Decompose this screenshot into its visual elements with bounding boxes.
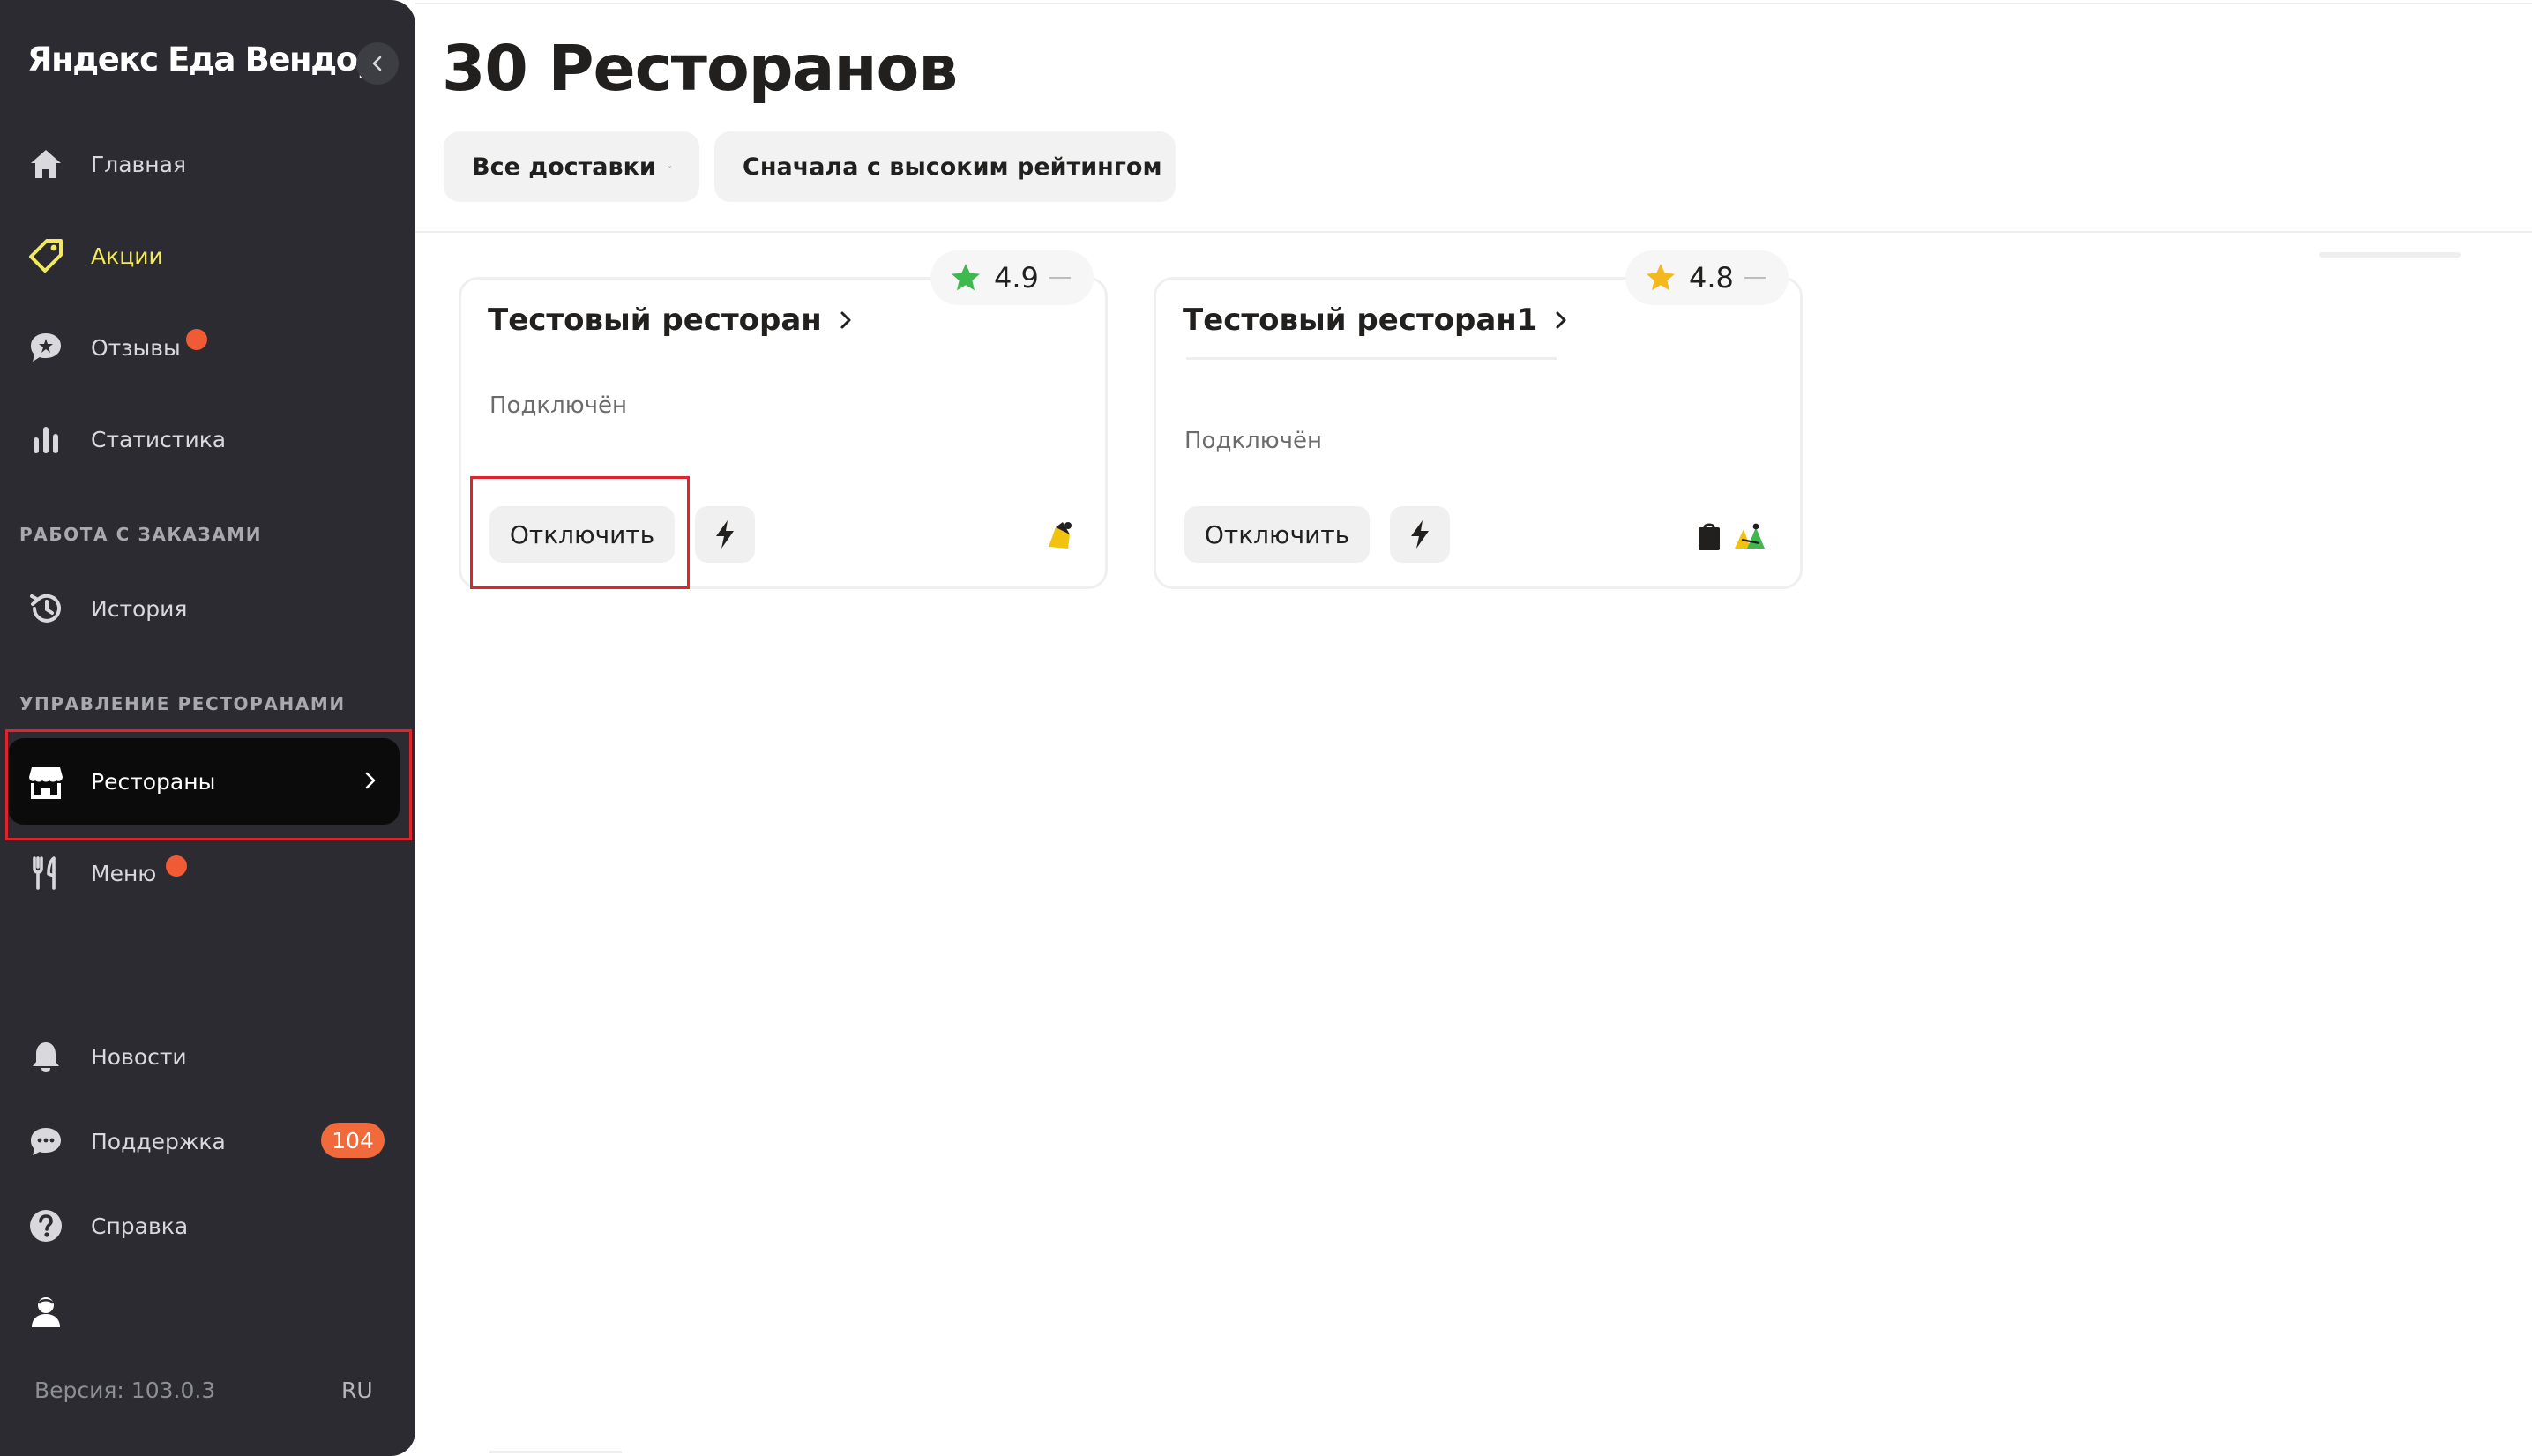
sidebar-item-label: Отзывы (91, 334, 181, 361)
section-title-orders: РАБОТА С ЗАКАЗАМИ (19, 524, 263, 545)
delivery-filter-label: Все доставки (472, 153, 656, 181)
rating-value: 4.9 (994, 261, 1039, 295)
rating-badge: 4.8 (1625, 250, 1789, 305)
sidebar-item-home[interactable]: Главная (8, 121, 400, 207)
help-icon (26, 1206, 66, 1246)
sort-label: Сначала с высоким рейтингом (743, 153, 1162, 181)
sidebar-item-label: Статистика (91, 426, 227, 452)
sidebar-item-label: Акции (91, 243, 163, 269)
sidebar-item-stats[interactable]: Статистика (8, 396, 400, 482)
fork-knife-icon (26, 853, 66, 893)
rating-badge: 4.9 (930, 250, 1094, 305)
chevron-left-icon (372, 56, 382, 71)
sidebar-item-reviews[interactable]: Отзывы (8, 304, 400, 391)
sidebar-item-history[interactable]: История (8, 565, 400, 652)
star-icon (1647, 264, 1675, 291)
sidebar-item-label: Поддержка (91, 1128, 226, 1154)
sort-dropdown[interactable]: Сначала с высоким рейтингом (714, 131, 1176, 202)
reviews-notification-dot (186, 329, 207, 350)
menu-notification-dot (166, 855, 187, 877)
chevron-right-icon (1556, 311, 1566, 329)
home-icon (26, 144, 66, 184)
yandex-eda-service-icon (1049, 522, 1072, 549)
rating-dash (1744, 277, 1766, 279)
chat-icon (26, 1121, 66, 1161)
chevron-right-icon (840, 311, 851, 329)
top-border (415, 3, 2532, 4)
restaurant-name: Тестовый ресторан (488, 302, 822, 338)
sidebar-item-label: Меню (91, 860, 157, 886)
blurred-element (489, 1451, 622, 1453)
bell-icon (26, 1036, 66, 1077)
tag-icon (26, 235, 66, 276)
sidebar: Яндекс Еда Вендор Главная Акции Отзывы С… (0, 0, 415, 1456)
restaurant-name-link[interactable]: Тестовый ресторан1 (1183, 302, 1569, 338)
service-icons (1043, 519, 1077, 552)
sidebar-item-label: Справка (91, 1213, 189, 1239)
restaurant-status: Подключён (1184, 428, 1322, 454)
highlight-box-disable (470, 476, 690, 589)
restaurant-name: Тестовый ресторан1 (1183, 302, 1538, 338)
page-title: 30 Ресторанов (442, 32, 958, 105)
rating-value: 4.8 (1689, 261, 1734, 295)
rating-dash (1049, 277, 1071, 279)
delivery-filter-dropdown[interactable]: Все доставки (444, 131, 699, 202)
restaurant-status: Подключён (489, 392, 627, 419)
sidebar-item-label: История (91, 595, 188, 622)
sidebar-item-news[interactable]: Новости (8, 1013, 400, 1100)
user-avatar-icon (26, 1291, 66, 1332)
sidebar-item-label: Новости (91, 1043, 187, 1070)
app-version: Версия: 103.0.3 (34, 1378, 216, 1403)
sidebar-item-promo[interactable]: Акции (8, 213, 400, 299)
highlight-box-restaurants (5, 729, 412, 840)
lavka-bag-icon (1699, 523, 1720, 550)
market-service-icon (1735, 523, 1765, 549)
section-title-management: УПРАВЛЕНИЕ РЕСТОРАНАМИ (19, 693, 346, 714)
collapse-sidebar-button[interactable] (356, 42, 399, 85)
language-switcher[interactable]: RU (341, 1378, 373, 1403)
app-logo[interactable]: Яндекс Еда Вендор (27, 41, 380, 78)
blurred-address (1186, 357, 1557, 360)
fast-delivery-button[interactable] (695, 506, 755, 563)
lightning-icon (1411, 520, 1429, 549)
bar-chart-icon (26, 419, 66, 459)
restaurant-card: Тестовый ресторан1 Подключён Отключить (1154, 277, 1803, 589)
lightning-icon (716, 520, 734, 549)
blurred-element (2319, 252, 2461, 258)
support-count-badge: 104 (321, 1123, 385, 1158)
sidebar-item-menu[interactable]: Меню (8, 830, 400, 916)
profile-button[interactable] (8, 1268, 93, 1355)
history-icon (26, 588, 66, 629)
review-star-icon (26, 327, 66, 368)
restaurant-name-link[interactable]: Тестовый ресторан (488, 302, 854, 338)
chevron-down-icon (668, 166, 671, 168)
star-icon (952, 264, 980, 291)
disable-button[interactable]: Отключить (1184, 506, 1370, 563)
sidebar-item-help[interactable]: Справка (8, 1183, 400, 1269)
service-icons (1696, 522, 1768, 552)
sidebar-item-label: Главная (91, 151, 186, 177)
header-divider (415, 231, 2532, 233)
fast-delivery-button[interactable] (1390, 506, 1450, 563)
